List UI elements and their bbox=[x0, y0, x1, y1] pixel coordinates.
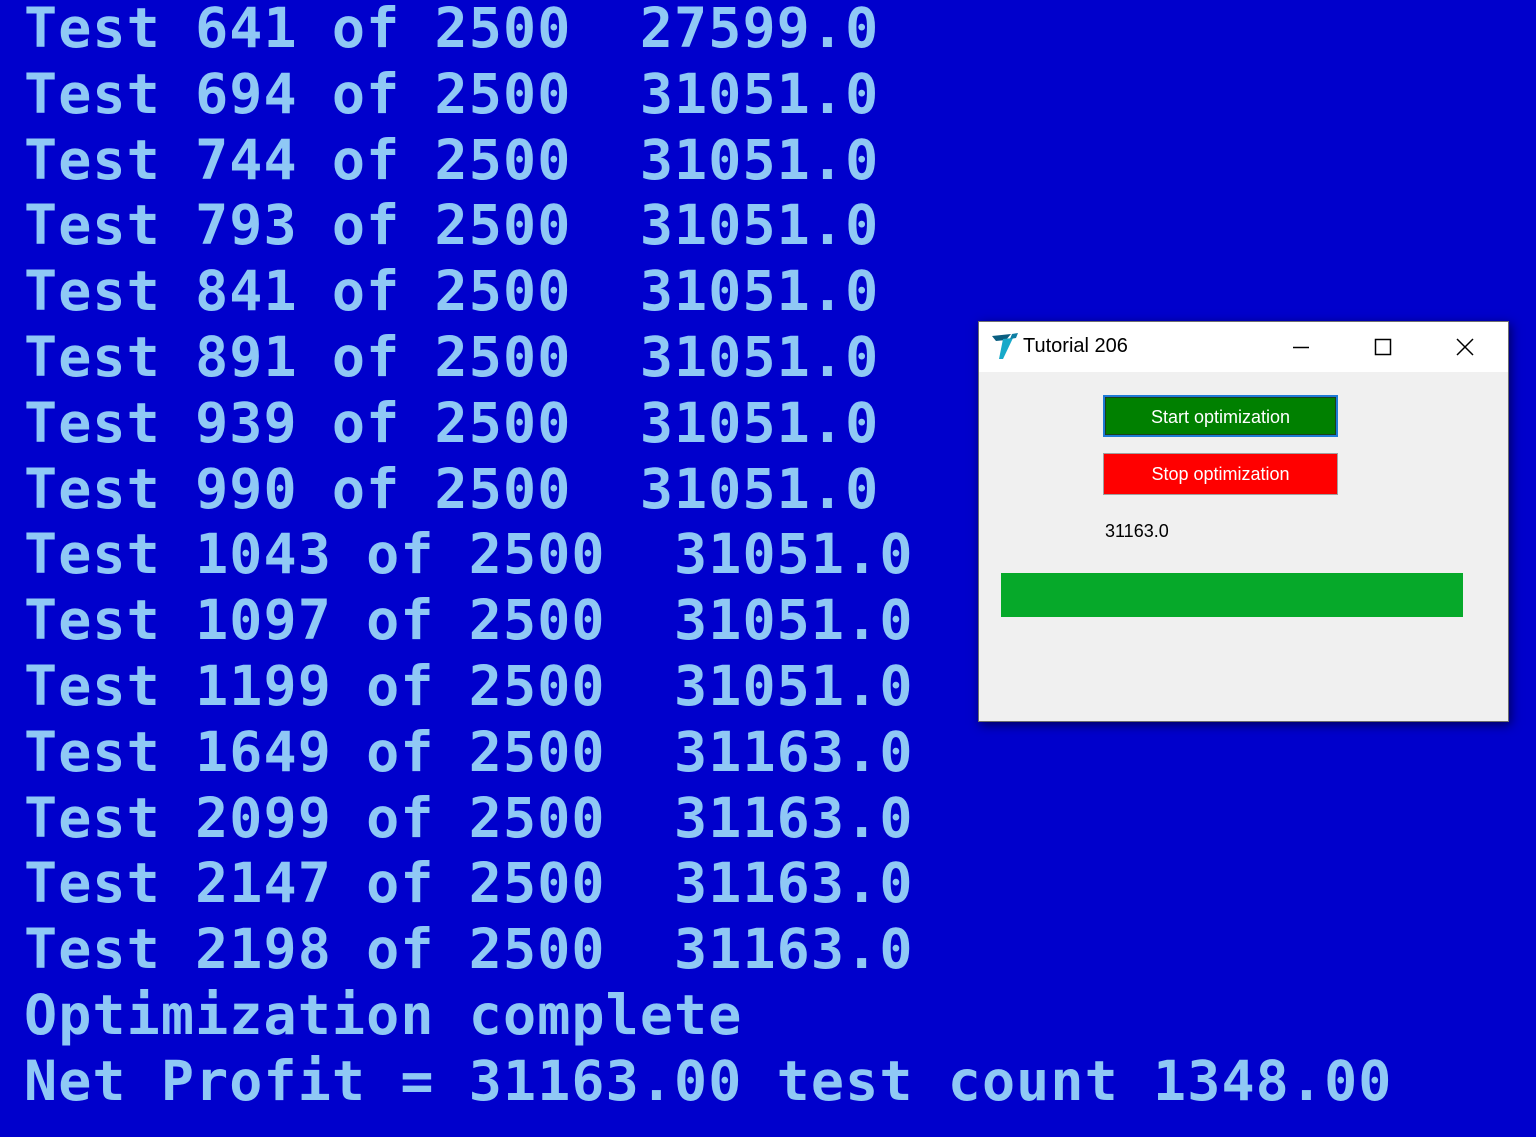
console-line: Test 694 of 2500 31051.0 bbox=[24, 61, 880, 126]
console-line: Test 2198 of 2500 31163.0 bbox=[24, 917, 914, 982]
console-line: Test 2099 of 2500 31163.0 bbox=[24, 785, 914, 850]
start-optimization-button[interactable]: Start optimization bbox=[1103, 395, 1338, 437]
tutorial-logo-icon bbox=[991, 333, 1019, 361]
title-bar[interactable]: Tutorial 206 bbox=[979, 322, 1508, 372]
console-line: Test 641 of 2500 27599.0 bbox=[24, 0, 880, 60]
close-button[interactable] bbox=[1425, 322, 1505, 372]
console-summary-line: Net Profit = 31163.00 test count 1348.00 bbox=[24, 1048, 1393, 1113]
console-line: Test 841 of 2500 31051.0 bbox=[24, 259, 880, 324]
progress-fill bbox=[1001, 573, 1463, 617]
close-icon bbox=[1456, 338, 1474, 356]
console-line: Test 793 of 2500 31051.0 bbox=[24, 193, 880, 258]
stop-optimization-button[interactable]: Stop optimization bbox=[1103, 453, 1338, 495]
minimize-button[interactable] bbox=[1261, 322, 1341, 372]
console-line: Test 2147 of 2500 31163.0 bbox=[24, 851, 914, 916]
maximize-icon bbox=[1374, 338, 1392, 356]
minimize-icon bbox=[1293, 346, 1309, 349]
console-line: Test 744 of 2500 31051.0 bbox=[24, 127, 880, 192]
console-status-line: Optimization complete bbox=[24, 982, 743, 1047]
maximize-button[interactable] bbox=[1343, 322, 1423, 372]
window-title: Tutorial 206 bbox=[1023, 335, 1128, 357]
progress-bar bbox=[1001, 573, 1463, 617]
console-line: Test 1649 of 2500 31163.0 bbox=[24, 719, 914, 784]
tutorial-window: Tutorial 206 Start optimization Stop opt… bbox=[978, 321, 1509, 722]
result-label: 31163.0 bbox=[1105, 521, 1169, 541]
